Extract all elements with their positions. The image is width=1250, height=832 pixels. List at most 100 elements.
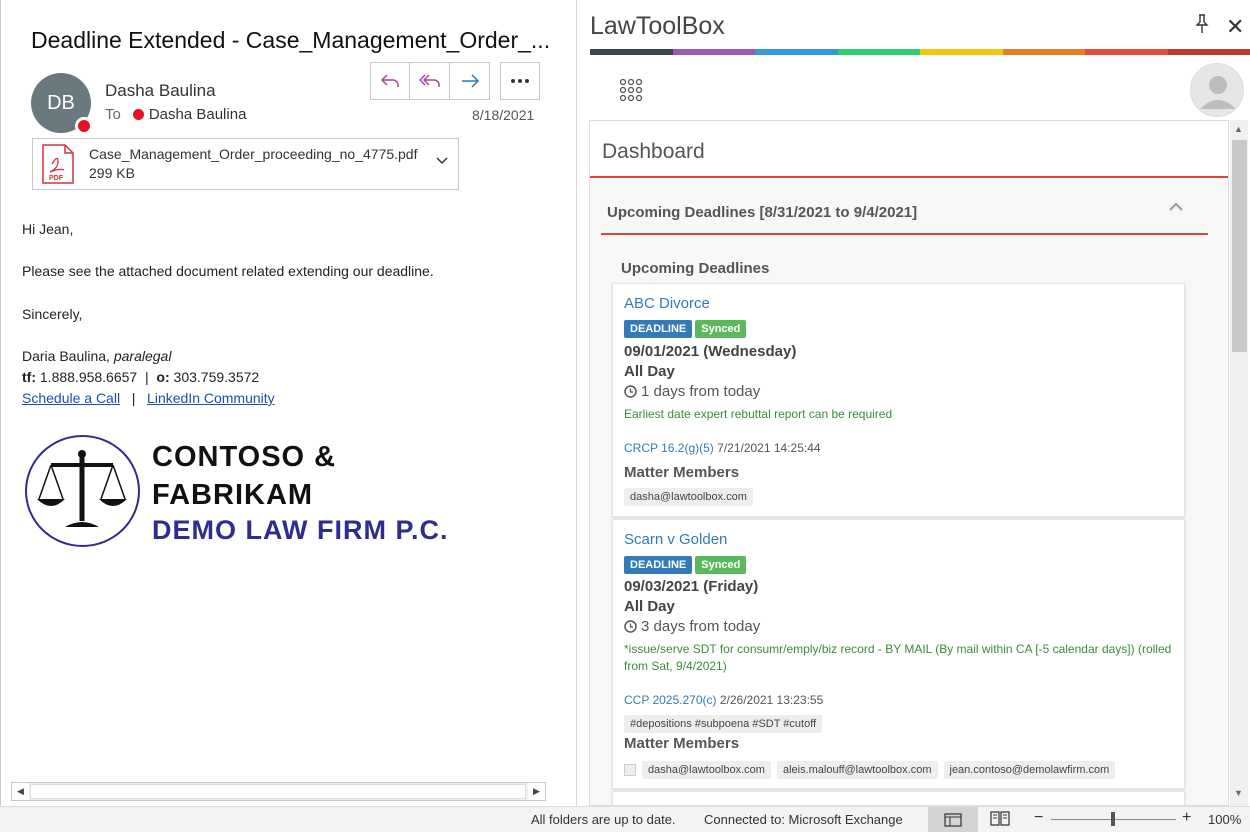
attachment-info: Case_Management_Order_proceeding_no_4775… [89,145,417,183]
zoom-slider-thumb[interactable] [1111,812,1115,826]
tf-number: 1.888.958.6657 [36,369,137,385]
addin-title: LawToolBox [590,12,725,41]
more-actions-button[interactable] [500,62,540,100]
recipient-name[interactable]: Dasha Baulina [149,106,247,123]
attachment-card[interactable]: PDF Case_Management_Order_proceeding_no_… [32,138,459,190]
reply-icon [379,72,401,90]
scrollbar-thumb[interactable] [30,784,526,799]
member-chip: aleis.malouff@lawtoolbox.com [777,761,938,779]
signature-phones: tf: 1.888.958.6657 | o: 303.759.3572 [22,369,259,385]
lawtoolbox-addin-pane: LawToolBox ✕ Dashboard Upcoming Deadline… [578,0,1250,806]
message-actions [370,62,540,100]
rule-line: CRCP 16.2(g)(5) 7/21/2021 14:25:44 [624,441,821,455]
pin-icon[interactable] [1195,14,1209,34]
deadline-card: Scarn v Golden DEADLINE Synced 09/03/202… [612,519,1185,789]
presence-dot-icon [133,109,144,120]
badges: DEADLINE Synced [624,556,749,574]
reply-all-icon [418,72,442,90]
attachment-size: 299 KB [89,164,417,183]
reply-all-button[interactable] [410,62,450,100]
rule-link[interactable]: CRCP 16.2(g)(5) [624,441,714,455]
schedule-call-link[interactable]: Schedule a Call [22,390,120,406]
tf-label: tf: [22,369,36,385]
reading-view-icon [990,810,1010,826]
o-number: 303.759.3572 [170,369,260,385]
deadline-badge: DEADLINE [624,320,692,338]
normal-view-button[interactable] [928,807,978,832]
scroll-down-icon[interactable]: ▼ [1234,788,1243,798]
relative-time: 1 days from today [624,383,760,400]
scroll-right-icon[interactable]: ▶ [528,783,545,800]
pdf-icon: PDF [41,144,75,184]
brand-color-bar [590,49,1250,55]
upcoming-list-title: Upcoming Deadlines [621,260,769,277]
horizontal-scrollbar[interactable]: ◀ ▶ [11,782,546,801]
sender-avatar[interactable]: DB [31,73,91,133]
clock-icon [624,385,637,398]
sync-status: All folders are up to date. [531,812,676,827]
link-separator: | [132,390,136,406]
member-checkbox[interactable] [624,764,636,776]
clock-icon [624,620,637,633]
color-bar-segment [1168,49,1250,55]
color-bar-segment [673,49,756,55]
to-label: To [105,106,121,123]
zoom-percent[interactable]: 100% [1208,812,1241,827]
o-label: o: [156,369,169,385]
upcoming-section-title: Upcoming Deadlines [8/31/2021 to 9/4/202… [607,204,917,221]
signature-links: Schedule a Call | LinkedIn Community [22,390,275,406]
member-chip: jean.contoso@demolawfirm.com [944,761,1116,779]
tags-chip: #depositions #subpoena #SDT #cutoff [624,715,822,733]
color-bar-segment [755,49,838,55]
color-bar-segment [1085,49,1168,55]
color-bar-segment [920,49,1003,55]
user-avatar-icon[interactable] [1190,63,1244,117]
scroll-left-icon[interactable]: ◀ [12,783,29,800]
ellipsis-icon [510,78,530,84]
connection-status: Connected to: Microsoft Exchange [704,812,903,827]
message-text: Please see the attached document related… [22,263,434,279]
normal-view-icon [944,813,962,827]
presence-busy-icon [75,117,93,135]
close-icon[interactable]: ✕ [1226,14,1244,40]
zoom-in-button[interactable]: + [1182,809,1191,827]
reading-view-button[interactable] [990,810,1010,829]
deadline-card [612,791,1185,806]
matter-members-label: Matter Members [624,464,739,481]
relative-time-text: 1 days from today [641,383,760,400]
svg-text:PDF: PDF [49,175,64,182]
firm-logo: CONTOSO & FABRIKAM DEMO LAW FIRM P.C. [25,435,445,550]
rule-timestamp: 2/26/2021 13:23:55 [717,693,824,707]
recipients-line: To Dasha Baulina [105,106,246,123]
member-chips: dasha@lawtoolbox.com [624,488,759,506]
member-chips: dasha@lawtoolbox.com aleis.malouff@lawto… [624,761,1121,779]
app-grid-icon[interactable] [619,78,643,102]
scroll-up-icon[interactable]: ▲ [1234,124,1243,134]
email-subject: Deadline Extended - Case_Management_Orde… [31,27,550,54]
avatar-initials: DB [47,92,75,115]
rule-timestamp: 7/21/2021 14:25:44 [714,441,821,455]
color-bar-segment [590,49,673,55]
forward-button[interactable] [450,62,490,100]
dashboard-panel: Dashboard Upcoming Deadlines [8/31/2021 … [589,120,1229,806]
synced-badge: Synced [695,556,746,574]
rule-link[interactable]: CCP 2025.270(c) [624,693,717,707]
sender-name[interactable]: Dasha Baulina [105,81,216,101]
vertical-scrollbar[interactable]: ▲ ▼ [1230,120,1248,806]
zoom-out-button[interactable]: − [1034,809,1043,827]
upcoming-section-header[interactable]: Upcoming Deadlines [8/31/2021 to 9/4/202… [601,183,1208,235]
scales-of-justice-icon [25,435,140,547]
signature-name: Daria Baulina, [22,348,114,364]
reply-button[interactable] [370,62,410,100]
badges: DEADLINE Synced [624,320,749,338]
rule-line: CCP 2025.270(c) 2/26/2021 13:23:55 [624,693,823,707]
color-bar-segment [1003,49,1086,55]
logo-line-3: DEMO LAW FIRM P.C. [152,515,449,546]
synced-badge: Synced [695,320,746,338]
matter-title-link[interactable]: Scarn v Golden [624,531,727,548]
status-bar: All folders are up to date. Connected to… [0,806,1250,832]
scrollbar-thumb[interactable] [1232,140,1247,352]
linkedin-link[interactable]: LinkedIn Community [147,390,275,406]
matter-title-link[interactable]: ABC Divorce [624,295,710,312]
deadline-card: ABC Divorce DEADLINE Synced 09/01/2021 (… [612,283,1185,517]
